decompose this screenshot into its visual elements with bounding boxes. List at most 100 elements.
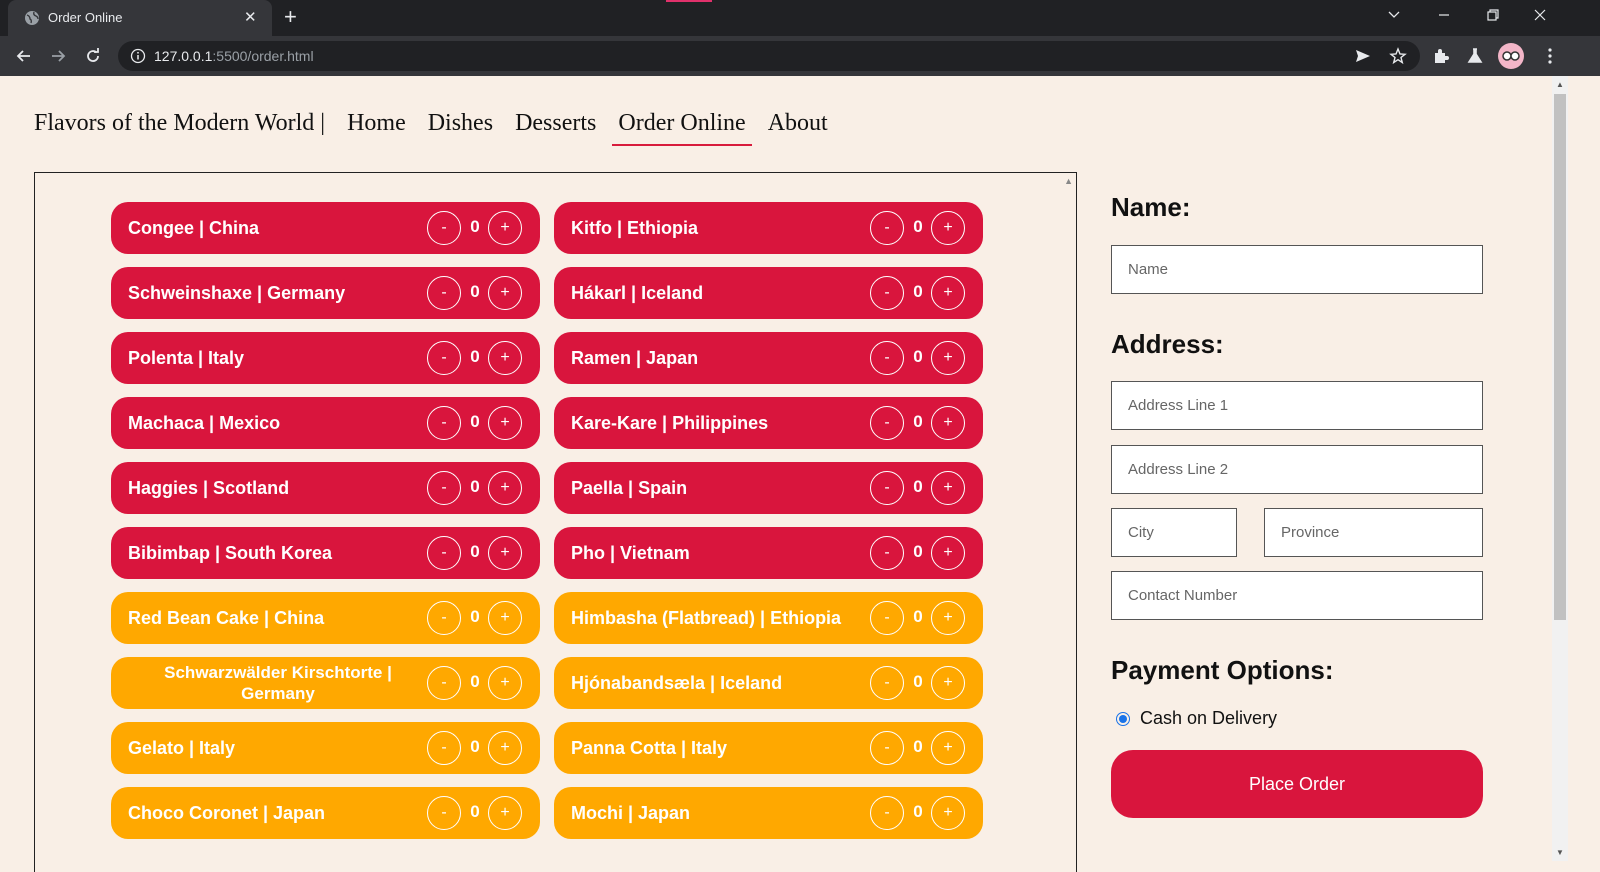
- increase-quantity-button[interactable]: +: [931, 406, 965, 440]
- increase-quantity-button[interactable]: +: [488, 731, 522, 765]
- minimize-icon[interactable]: [1437, 8, 1451, 22]
- increase-quantity-button[interactable]: +: [488, 601, 522, 635]
- quantity-value: 0: [470, 347, 480, 366]
- increase-quantity-button[interactable]: +: [488, 211, 522, 245]
- tab-search-icon[interactable]: [1387, 8, 1401, 22]
- increase-quantity-button[interactable]: +: [931, 731, 965, 765]
- nav-link-home[interactable]: Home: [347, 110, 406, 137]
- decrease-quantity-button[interactable]: -: [870, 666, 904, 700]
- url-host: 127.0.0.1: [154, 48, 213, 64]
- increase-quantity-button[interactable]: +: [488, 276, 522, 310]
- decrease-quantity-button[interactable]: -: [870, 211, 904, 245]
- place-order-button[interactable]: Place Order: [1111, 750, 1483, 818]
- url-text: 127.0.0.1:5500/order.html: [154, 48, 314, 64]
- increase-quantity-button[interactable]: +: [488, 796, 522, 830]
- scrollbar-thumb[interactable]: [1554, 94, 1566, 620]
- cod-radio[interactable]: [1116, 711, 1130, 726]
- new-tab-button[interactable]: +: [284, 5, 297, 29]
- increase-quantity-button[interactable]: +: [931, 471, 965, 505]
- payment-option-cod[interactable]: Cash on Delivery: [1116, 708, 1277, 729]
- nav-link-about[interactable]: About: [768, 110, 828, 137]
- increase-quantity-button[interactable]: +: [931, 211, 965, 245]
- increase-quantity-button[interactable]: +: [488, 666, 522, 700]
- decrease-quantity-button[interactable]: -: [870, 731, 904, 765]
- labs-flask-icon[interactable]: [1465, 46, 1485, 66]
- menu-kebab-icon[interactable]: [1540, 46, 1560, 66]
- panel-scroll-up-icon[interactable]: ▲: [1064, 176, 1073, 186]
- scroll-down-arrow-icon[interactable]: ▼: [1556, 848, 1564, 857]
- increase-quantity-button[interactable]: +: [931, 341, 965, 375]
- increase-quantity-button[interactable]: +: [488, 341, 522, 375]
- increase-quantity-button[interactable]: +: [931, 536, 965, 570]
- profile-avatar[interactable]: [1498, 43, 1524, 69]
- decrease-quantity-button[interactable]: -: [427, 536, 461, 570]
- decrease-quantity-button[interactable]: -: [427, 341, 461, 375]
- extensions-icon[interactable]: [1431, 46, 1451, 66]
- nav-link-order-online[interactable]: Order Online: [612, 110, 752, 146]
- nav-link-desserts[interactable]: Desserts: [515, 110, 596, 137]
- quantity-value: 0: [913, 802, 923, 821]
- dish-card: Himbasha (Flatbread) | Ethiopia -0 +: [554, 592, 983, 644]
- dish-card: Hákarl | Iceland -0 +: [554, 267, 983, 319]
- decrease-quantity-button[interactable]: -: [427, 796, 461, 830]
- dish-card: Pho | Vietnam -0 +: [554, 527, 983, 579]
- dish-name: Red Bean Cake | China: [128, 607, 325, 628]
- scroll-up-arrow-icon[interactable]: ▲: [1556, 80, 1564, 89]
- tab-close-icon[interactable]: ✕: [244, 9, 257, 27]
- nav-link-dishes[interactable]: Dishes: [428, 110, 493, 137]
- increase-quantity-button[interactable]: +: [931, 666, 965, 700]
- decrease-quantity-button[interactable]: -: [870, 471, 904, 505]
- dish-list-panel[interactable]: ▲ Congee | China -0 + Kitfo | Ethiopia -0 + Sc…: [34, 172, 1077, 872]
- decrease-quantity-button[interactable]: -: [427, 276, 461, 310]
- dish-card: Bibimbap | South Korea -0 +: [111, 527, 540, 579]
- close-window-icon[interactable]: [1533, 8, 1547, 22]
- dish-name: Hákarl | Iceland: [571, 282, 704, 303]
- decrease-quantity-button[interactable]: -: [870, 601, 904, 635]
- increase-quantity-button[interactable]: +: [931, 601, 965, 635]
- increase-quantity-button[interactable]: +: [488, 471, 522, 505]
- dish-name: Polenta | Italy: [128, 347, 245, 368]
- decrease-quantity-button[interactable]: -: [870, 536, 904, 570]
- page-scrollbar[interactable]: ▲ ▼: [1552, 76, 1568, 861]
- name-field[interactable]: Name: [1111, 245, 1483, 294]
- decrease-quantity-button[interactable]: -: [870, 341, 904, 375]
- quantity-value: 0: [913, 672, 923, 691]
- increase-quantity-button[interactable]: +: [488, 536, 522, 570]
- decrease-quantity-button[interactable]: -: [870, 276, 904, 310]
- dish-grid: Congee | China -0 + Kitfo | Ethiopia -0 + Schw…: [111, 202, 983, 839]
- page-content: Flavors of the Modern World | Home Dishe…: [0, 76, 1552, 872]
- contact-number-field[interactable]: Contact Number: [1111, 571, 1483, 620]
- info-icon[interactable]: [130, 48, 146, 64]
- bookmark-star-icon[interactable]: [1389, 47, 1407, 65]
- reload-icon[interactable]: [83, 46, 103, 66]
- dish-card: Mochi | Japan -0 +: [554, 787, 983, 839]
- decrease-quantity-button[interactable]: -: [427, 471, 461, 505]
- decrease-quantity-button[interactable]: -: [427, 601, 461, 635]
- increase-quantity-button[interactable]: +: [931, 796, 965, 830]
- browser-tab[interactable]: Order Online ✕: [8, 0, 272, 36]
- avatar-face-icon: [1502, 51, 1520, 61]
- province-field[interactable]: Province: [1264, 508, 1483, 557]
- decrease-quantity-button[interactable]: -: [870, 796, 904, 830]
- send-icon[interactable]: [1354, 48, 1372, 64]
- decrease-quantity-button[interactable]: -: [427, 406, 461, 440]
- increase-quantity-button[interactable]: +: [488, 406, 522, 440]
- dish-name: Congee | China: [128, 217, 260, 238]
- quantity-value: 0: [470, 217, 480, 236]
- restore-icon[interactable]: [1486, 8, 1500, 22]
- decrease-quantity-button[interactable]: -: [870, 406, 904, 440]
- dish-name: Paella | Spain: [571, 477, 688, 498]
- address-line2-field[interactable]: Address Line 2: [1111, 445, 1483, 494]
- decrease-quantity-button[interactable]: -: [427, 211, 461, 245]
- increase-quantity-button[interactable]: +: [931, 276, 965, 310]
- address-line1-field[interactable]: Address Line 1: [1111, 381, 1483, 430]
- forward-icon[interactable]: [48, 46, 68, 66]
- decrease-quantity-button[interactable]: -: [427, 731, 461, 765]
- decrease-quantity-button[interactable]: -: [427, 666, 461, 700]
- dish-name: Hjónabandsæla | Iceland: [571, 672, 783, 693]
- address-bar[interactable]: 127.0.0.1:5500/order.html: [118, 41, 1420, 71]
- dish-card: Schwarzwälder Kirschtorte | Germany -0 +: [111, 657, 540, 709]
- city-field[interactable]: City: [1111, 508, 1237, 557]
- dish-name: Kare-Kare | Philippines: [571, 412, 769, 433]
- back-icon[interactable]: [14, 46, 34, 66]
